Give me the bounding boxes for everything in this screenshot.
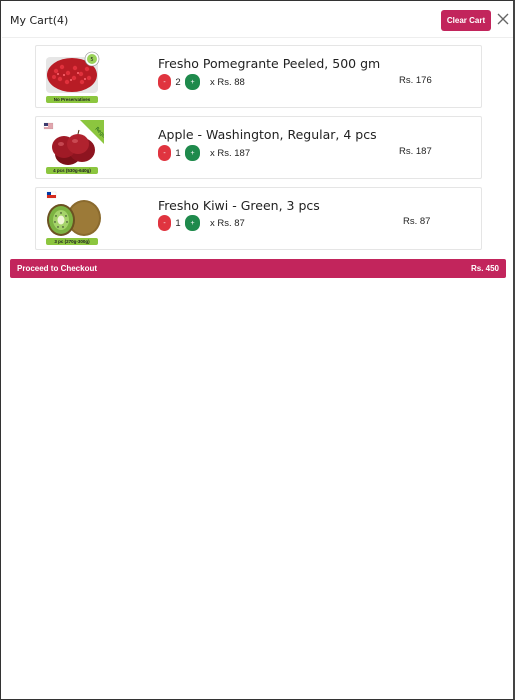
unit-price: x Rs. 88	[210, 76, 245, 88]
product-badge: 3 pc (270g-300g)	[46, 238, 98, 245]
proceed-to-checkout-button[interactable]: Proceed to Checkout Rs. 450	[10, 259, 506, 278]
product-name: Fresho Kiwi - Green, 3 pcs	[158, 198, 320, 213]
cart-item: Regular 4 pcs (530g-640g) Apple - Washin…	[35, 116, 482, 179]
decrease-quantity-button[interactable]: -	[158, 215, 171, 231]
increase-quantity-button[interactable]: +	[185, 215, 200, 231]
product-badge: No Preservatives	[46, 96, 98, 103]
product-name: Fresho Pomegrante Peeled, 500 gm	[158, 56, 381, 71]
svg-text:5: 5	[90, 57, 93, 63]
line-total: Rs. 87	[403, 216, 431, 227]
checkout-total: Rs. 450	[470, 264, 499, 273]
quantity-value: 1	[175, 147, 181, 159]
quantity-stepper: - 1 + x Rs. 87	[158, 215, 245, 231]
quantity-stepper: - 2 + x Rs. 88	[158, 74, 245, 90]
close-icon[interactable]	[496, 12, 510, 26]
line-total: Rs. 176	[399, 75, 432, 86]
increase-quantity-button[interactable]: +	[185, 145, 200, 161]
cart-header: My Cart(4) Clear Cart	[2, 2, 513, 38]
cart-panel: My Cart(4) Clear Cart 5 No Preservatives…	[0, 0, 515, 700]
decrease-quantity-button[interactable]: -	[158, 145, 171, 161]
decrease-quantity-button[interactable]: -	[158, 74, 171, 90]
cart-item: 3 pc (270g-300g) Fresho Kiwi - Green, 3 …	[35, 187, 482, 250]
quantity-stepper: - 1 + x Rs. 187	[158, 145, 250, 161]
cart-item: 5 No Preservatives Fresho Pomegrante Pee…	[35, 45, 482, 108]
product-name: Apple - Washington, Regular, 4 pcs	[158, 127, 377, 142]
checkout-label: Proceed to Checkout	[17, 264, 98, 273]
quantity-value: 2	[175, 76, 181, 88]
cart-title: My Cart(4)	[10, 14, 69, 27]
unit-price: x Rs. 187	[210, 147, 251, 159]
quantity-value: 1	[175, 217, 181, 229]
line-total: Rs. 187	[399, 146, 432, 157]
product-badge: 4 pcs (530g-640g)	[46, 167, 98, 174]
clear-cart-button[interactable]: Clear Cart	[441, 10, 491, 31]
unit-price: x Rs. 87	[210, 217, 245, 229]
increase-quantity-button[interactable]: +	[185, 74, 200, 90]
